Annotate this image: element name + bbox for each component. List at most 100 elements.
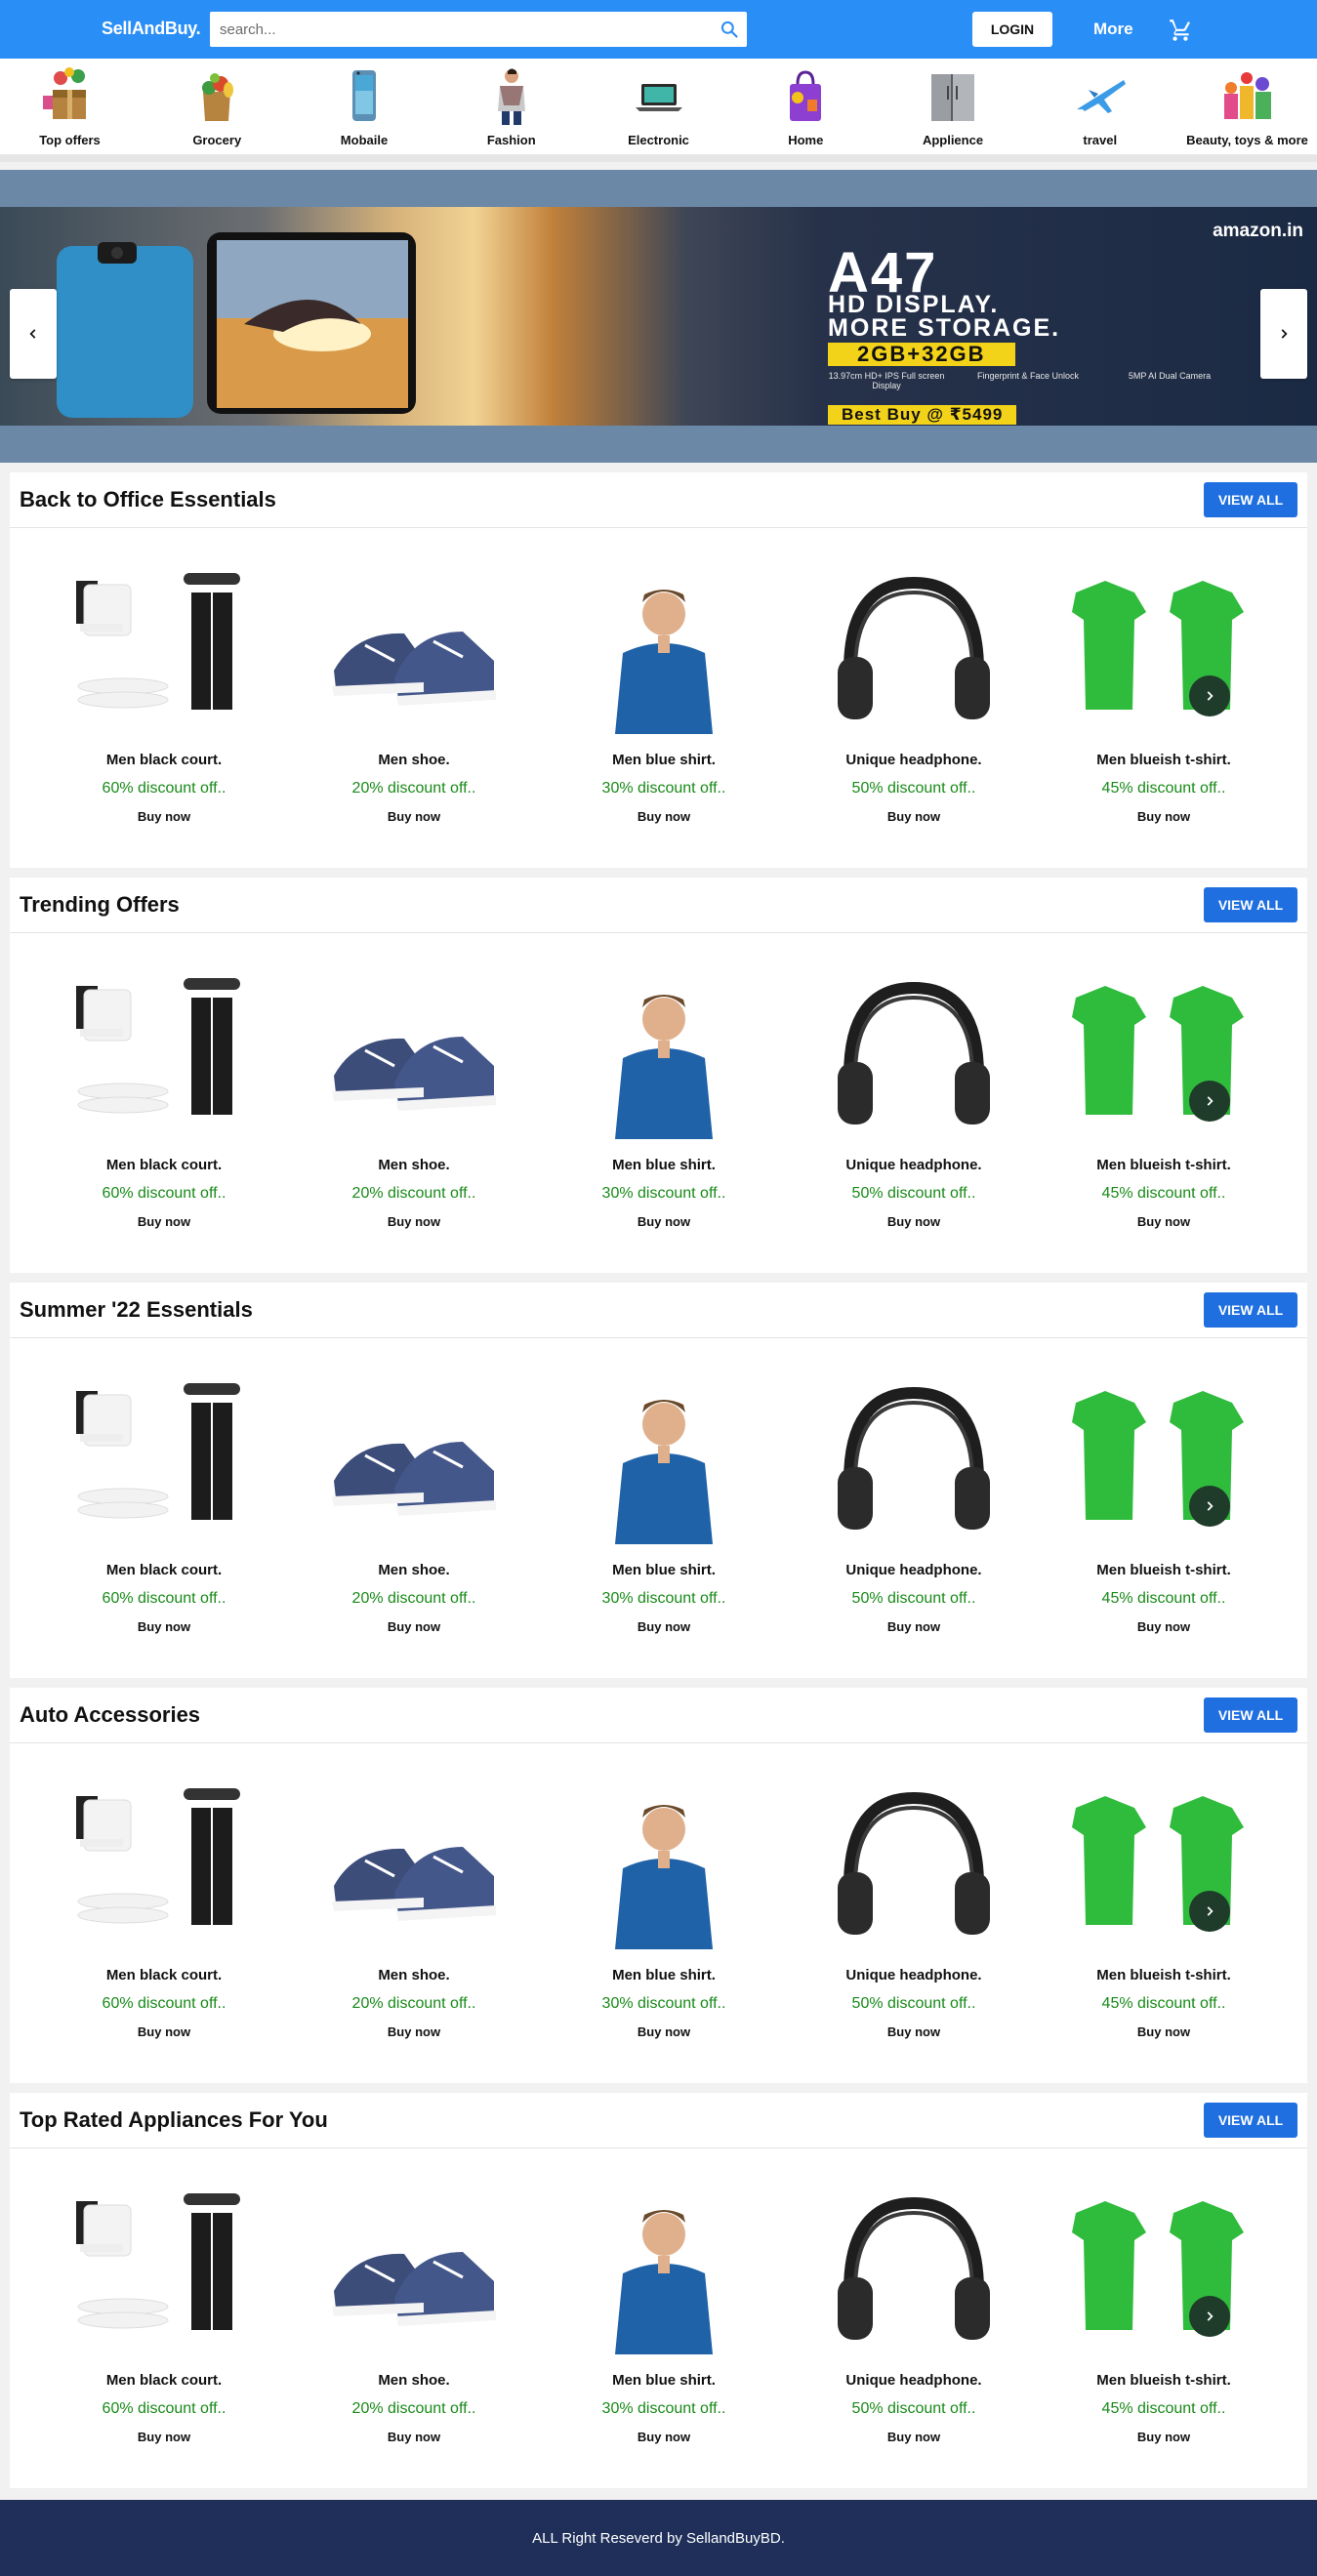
product-card[interactable]: Men shoe. 20% discount off.. Buy now (289, 563, 539, 824)
view-all-button[interactable]: VIEW ALL (1204, 482, 1297, 517)
category-appliance[interactable]: Applience (884, 59, 1023, 154)
product-card[interactable]: Men blue shirt. 30% discount off.. Buy now (539, 1373, 789, 1634)
category-grocery[interactable]: Grocery (147, 59, 287, 154)
product-image[interactable] (566, 1779, 761, 1949)
product-image[interactable] (566, 563, 761, 734)
product-image[interactable] (1066, 2184, 1261, 2354)
product-card[interactable]: Unique headphone. 50% discount off.. Buy n… (789, 1373, 1039, 1634)
product-card[interactable]: Men black court. 60% discount off.. Buy no… (39, 1373, 289, 1634)
product-card[interactable]: Unique headphone. 50% discount off.. Buy n… (789, 2184, 1039, 2444)
view-all-button[interactable]: VIEW ALL (1204, 2103, 1297, 2138)
product-image[interactable] (1066, 563, 1261, 734)
product-card[interactable]: Unique headphone. 50% discount off.. Buy n… (789, 563, 1039, 824)
product-image[interactable] (316, 1373, 512, 1544)
product-card[interactable]: Men black court. 60% discount off.. Buy no… (39, 1779, 289, 2039)
buy-now-link[interactable]: Buy now (388, 1214, 440, 1229)
buy-now-link[interactable]: Buy now (887, 2024, 940, 2039)
product-image[interactable] (316, 2184, 512, 2354)
buy-now-link[interactable]: Buy now (887, 1619, 940, 1634)
product-image[interactable] (816, 968, 1011, 1139)
product-card[interactable]: Men blue shirt. 30% discount off.. Buy now (539, 968, 789, 1229)
buy-now-link[interactable]: Buy now (138, 2430, 190, 2444)
product-card[interactable]: Unique headphone. 50% discount off.. Buy n… (789, 1779, 1039, 2039)
product-image[interactable] (816, 1373, 1011, 1544)
product-image[interactable] (316, 1779, 512, 1949)
shopping-cart-icon[interactable] (1168, 18, 1193, 43)
product-card[interactable]: Men blueish t-shirt. 45% discount off.. Bu… (1039, 1779, 1289, 2039)
buy-now-link[interactable]: Buy now (138, 1214, 190, 1229)
buy-now-link[interactable]: Buy now (388, 2430, 440, 2444)
buy-now-link[interactable]: Buy now (638, 1214, 690, 1229)
banner-next-button[interactable] (1260, 289, 1307, 379)
product-image[interactable] (66, 968, 262, 1139)
product-card[interactable]: Men shoe. 20% discount off.. Buy now (289, 968, 539, 1229)
buy-now-link[interactable]: Buy now (887, 809, 940, 824)
product-image[interactable] (1066, 1373, 1261, 1544)
more-menu[interactable]: More (1093, 20, 1133, 39)
product-card[interactable]: Men blue shirt. 30% discount off.. Buy now (539, 2184, 789, 2444)
product-card[interactable]: Men blueish t-shirt. 45% discount off.. Bu… (1039, 968, 1289, 1229)
carousel-next-button[interactable] (1189, 2296, 1230, 2337)
view-all-button[interactable]: VIEW ALL (1204, 887, 1297, 922)
buy-now-link[interactable]: Buy now (1137, 809, 1190, 824)
buy-now-link[interactable]: Buy now (1137, 1619, 1190, 1634)
product-card[interactable]: Men blueish t-shirt. 45% discount off.. Bu… (1039, 563, 1289, 824)
carousel-next-button[interactable] (1189, 1486, 1230, 1527)
product-image[interactable] (816, 563, 1011, 734)
product-image[interactable] (66, 2184, 262, 2354)
search-icon[interactable] (712, 12, 747, 47)
buy-now-link[interactable]: Buy now (887, 1214, 940, 1229)
search-input[interactable] (210, 12, 712, 47)
view-all-button[interactable]: VIEW ALL (1204, 1292, 1297, 1328)
product-card[interactable]: Men blue shirt. 30% discount off.. Buy now (539, 1779, 789, 2039)
product-card[interactable]: Unique headphone. 50% discount off.. Buy n… (789, 968, 1039, 1229)
product-card[interactable]: Men shoe. 20% discount off.. Buy now (289, 1373, 539, 1634)
buy-now-link[interactable]: Buy now (1137, 1214, 1190, 1229)
buy-now-link[interactable]: Buy now (388, 809, 440, 824)
product-card[interactable]: Men blue shirt. 30% discount off.. Buy now (539, 563, 789, 824)
category-travel[interactable]: travel (1030, 59, 1170, 154)
buy-now-link[interactable]: Buy now (138, 2024, 190, 2039)
product-card[interactable]: Men shoe. 20% discount off.. Buy now (289, 1779, 539, 2039)
category-fashion[interactable]: Fashion (441, 59, 581, 154)
buy-now-link[interactable]: Buy now (638, 809, 690, 824)
product-card[interactable]: Men black court. 60% discount off.. Buy no… (39, 563, 289, 824)
buy-now-link[interactable]: Buy now (138, 1619, 190, 1634)
product-image[interactable] (566, 2184, 761, 2354)
carousel-next-button[interactable] (1189, 1891, 1230, 1932)
view-all-button[interactable]: VIEW ALL (1204, 1697, 1297, 1733)
product-image[interactable] (566, 968, 761, 1139)
buy-now-link[interactable]: Buy now (1137, 2024, 1190, 2039)
banner-prev-button[interactable] (10, 289, 57, 379)
buy-now-link[interactable]: Buy now (1137, 2430, 1190, 2444)
buy-now-link[interactable]: Buy now (638, 2024, 690, 2039)
site-logo[interactable]: SellAndBuy. (102, 19, 201, 39)
buy-now-link[interactable]: Buy now (388, 2024, 440, 2039)
product-image[interactable] (66, 1373, 262, 1544)
product-image[interactable] (816, 1779, 1011, 1949)
buy-now-link[interactable]: Buy now (388, 1619, 440, 1634)
product-card[interactable]: Men shoe. 20% discount off.. Buy now (289, 2184, 539, 2444)
buy-now-link[interactable]: Buy now (887, 2430, 940, 2444)
product-image[interactable] (316, 968, 512, 1139)
product-image[interactable] (316, 563, 512, 734)
carousel-next-button[interactable] (1189, 675, 1230, 716)
category-beauty-toys[interactable]: Beauty, toys & more (1177, 59, 1317, 154)
product-card[interactable]: Men blueish t-shirt. 45% discount off.. Bu… (1039, 1373, 1289, 1634)
product-card[interactable]: Men blueish t-shirt. 45% discount off.. Bu… (1039, 2184, 1289, 2444)
product-card[interactable]: Men black court. 60% discount off.. Buy no… (39, 968, 289, 1229)
product-image[interactable] (816, 2184, 1011, 2354)
product-image[interactable] (1066, 1779, 1261, 1949)
promo-banner[interactable]: amazon.in A47 HD DISPLAY. MORE STORAGE. … (0, 170, 1317, 463)
product-image[interactable] (566, 1373, 761, 1544)
product-card[interactable]: Men black court. 60% discount off.. Buy no… (39, 2184, 289, 2444)
carousel-next-button[interactable] (1189, 1081, 1230, 1122)
product-image[interactable] (66, 1779, 262, 1949)
category-mobile[interactable]: Mobaile (295, 59, 434, 154)
buy-now-link[interactable]: Buy now (638, 2430, 690, 2444)
buy-now-link[interactable]: Buy now (138, 809, 190, 824)
category-electronic[interactable]: Electronic (589, 59, 728, 154)
login-button[interactable]: LOGIN (972, 12, 1052, 47)
product-image[interactable] (66, 563, 262, 734)
buy-now-link[interactable]: Buy now (638, 1619, 690, 1634)
